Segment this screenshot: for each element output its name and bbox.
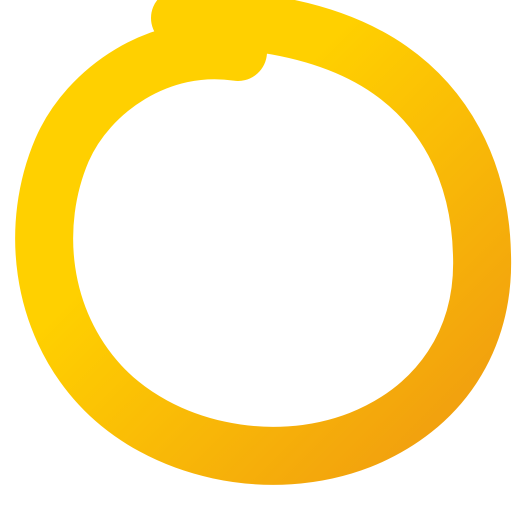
hand-drawn-circle-icon bbox=[15, 0, 512, 485]
icon-canvas bbox=[0, 0, 512, 512]
ring-stroke bbox=[15, 0, 512, 485]
